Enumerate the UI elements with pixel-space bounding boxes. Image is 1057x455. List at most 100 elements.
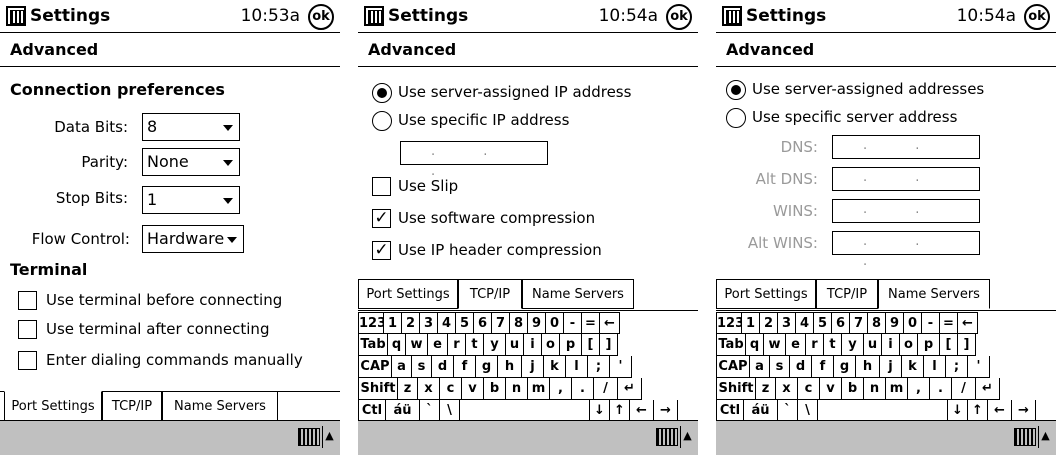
key[interactable]: r [448,334,466,356]
key[interactable]: 7 [492,312,510,334]
key[interactable]: ↑ [610,400,630,422]
key[interactable]: b [484,378,506,400]
key[interactable]: ← [630,400,654,422]
key[interactable]: 5 [456,312,474,334]
tab-port-settings[interactable]: Port Settings [4,391,102,422]
clock[interactable]: 10:54a [599,6,658,26]
input-menu-arrow-icon[interactable]: ▲ [1038,426,1052,448]
key[interactable]: f [812,356,834,378]
key[interactable]: ` [778,400,798,422]
key[interactable]: n [864,378,886,400]
key[interactable]: c [798,378,820,400]
key[interactable]: g [476,356,498,378]
key[interactable]: j [880,356,902,378]
key[interactable]: o [900,334,918,356]
key[interactable]: ' [610,356,632,378]
key[interactable]: . [572,378,594,400]
parity-dropdown[interactable]: None [142,148,240,176]
key[interactable]: t [824,334,842,356]
key[interactable]: s [770,356,790,378]
key[interactable]: y [484,334,506,356]
key[interactable]: / [594,378,618,400]
key[interactable]: d [790,356,812,378]
tab-tcpip[interactable]: TCP/IP [816,279,878,309]
key[interactable]: e [786,334,806,356]
key[interactable]: 3 [778,312,796,334]
key[interactable]: w [406,334,428,356]
key[interactable]: CAP [358,356,392,378]
key[interactable]: 123 [716,312,744,334]
alt-dns-input[interactable]: . . . [832,167,980,205]
ok-button[interactable]: ok [308,4,334,30]
tab-name-servers[interactable]: Name Servers [162,391,278,421]
key[interactable]: ↵ [618,378,642,400]
ip-address-input[interactable]: . . . [400,141,548,179]
key[interactable]: ' [968,356,990,378]
tab-port-settings[interactable]: Port Settings [358,279,458,309]
key[interactable]: 9 [528,312,546,334]
key[interactable]: ↓ [590,400,610,422]
data-bits-dropdown[interactable]: 8 [142,113,240,141]
key[interactable]: 6 [832,312,850,334]
key-space[interactable] [818,400,948,422]
key[interactable]: ← [958,312,978,334]
key[interactable]: ` [420,400,440,422]
key[interactable]: h [856,356,880,378]
clock[interactable]: 10:54a [957,6,1016,26]
terminal-before-checkbox[interactable] [18,291,37,310]
key[interactable]: x [776,378,798,400]
key[interactable]: 5 [814,312,832,334]
key[interactable]: 7 [850,312,868,334]
key[interactable]: h [498,356,522,378]
key[interactable]: q [746,334,764,356]
key[interactable]: k [544,356,566,378]
key[interactable]: \ [798,400,818,422]
key[interactable]: . [930,378,952,400]
key[interactable]: áü [744,400,778,422]
key[interactable]: = [940,312,958,334]
key[interactable]: Shift [358,378,398,400]
key[interactable]: 8 [868,312,886,334]
key[interactable]: n [506,378,528,400]
key[interactable]: x [418,378,440,400]
key[interactable]: p [918,334,940,356]
terminal-after-checkbox[interactable] [18,320,37,339]
key[interactable]: 4 [438,312,456,334]
alt-wins-input[interactable]: . . . [832,231,980,269]
key[interactable]: Tab [716,334,746,356]
key[interactable]: 1 [742,312,760,334]
key[interactable]: Shift [716,378,756,400]
key[interactable]: [ [940,334,958,356]
key[interactable]: ; [946,356,968,378]
start-menu-icon[interactable] [364,6,384,26]
tab-tcpip[interactable]: TCP/IP [458,279,522,309]
use-slip-checkbox[interactable] [372,177,391,196]
key[interactable]: f [454,356,476,378]
flow-control-dropdown[interactable]: Hardware [142,225,244,253]
key[interactable]: Ctl [716,400,744,422]
key[interactable]: ↵ [976,378,1000,400]
key[interactable]: u [864,334,882,356]
key[interactable]: ← [988,400,1012,422]
key[interactable]: j [522,356,544,378]
key[interactable]: , [550,378,572,400]
key[interactable]: / [952,378,976,400]
stop-bits-dropdown[interactable]: 1 [142,186,240,214]
key[interactable]: 2 [402,312,420,334]
key[interactable]: m [528,378,550,400]
server-assigned-addresses-radio[interactable] [726,80,746,100]
key[interactable]: 0 [904,312,922,334]
clock[interactable]: 10:53a [241,6,300,26]
key[interactable]: z [756,378,776,400]
key[interactable]: → [654,400,678,422]
tab-name-servers[interactable]: Name Servers [878,279,990,309]
key[interactable]: 3 [420,312,438,334]
key[interactable]: ] [600,334,618,356]
key[interactable]: i [882,334,900,356]
key[interactable]: l [924,356,946,378]
key[interactable]: c [440,378,462,400]
key[interactable]: CAP [716,356,750,378]
tab-port-settings[interactable]: Port Settings [716,279,816,309]
key[interactable]: \ [440,400,460,422]
key[interactable]: a [750,356,770,378]
